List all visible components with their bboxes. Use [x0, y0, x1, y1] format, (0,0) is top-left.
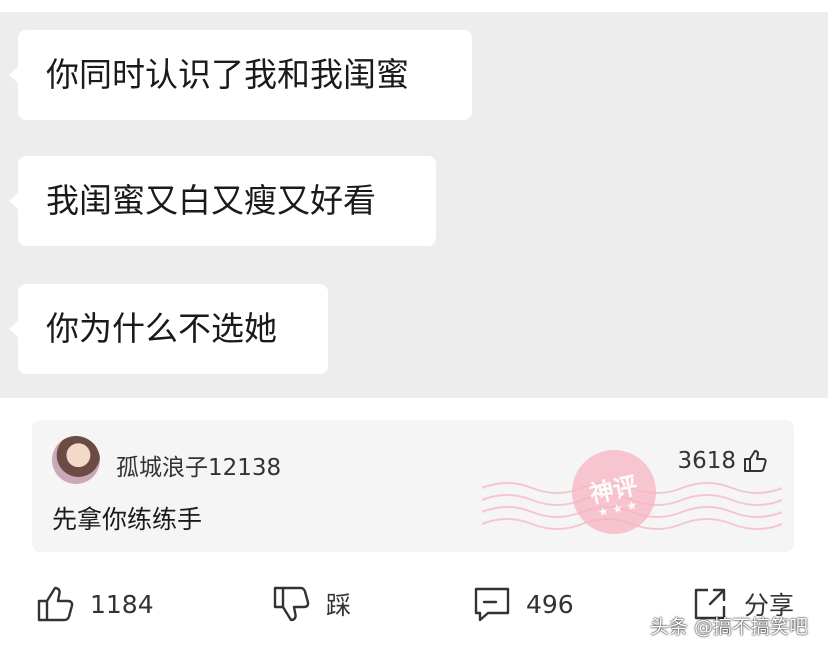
watermark: 头条 @搞不搞笑吧 [649, 616, 808, 638]
chat-bubble: 你为什么不选她 [9, 284, 328, 374]
top-comment-card: 神评 ★ ★ ★ 孤城浪子12138 3618 先拿你练练手 [32, 420, 794, 552]
thumbs-down-icon [273, 586, 310, 622]
comment-button[interactable]: 496 [472, 582, 574, 626]
dislike-label: 踩 [326, 591, 352, 620]
chat-area: 你同时认识了我和我闺蜜 我闺蜜又白又瘦又好看 你为什么不选她 [0, 12, 828, 398]
comment-username[interactable]: 孤城浪子12138 [116, 448, 281, 482]
comment-text: 先拿你练练手 [52, 505, 203, 534]
like-button[interactable]: 1184 [36, 582, 154, 626]
thumbs-up-icon[interactable] [742, 448, 768, 474]
comment-icon [474, 587, 510, 622]
chat-bubble: 你同时认识了我和我闺蜜 [9, 30, 472, 120]
chat-bubble: 我闺蜜又白又瘦又好看 [9, 156, 436, 246]
comment-like-count: 3618 [677, 448, 736, 474]
thumbs-up-icon [37, 586, 74, 622]
dislike-button[interactable]: 踩 [272, 582, 351, 626]
like-count: 1184 [90, 589, 154, 619]
avatar[interactable] [52, 436, 100, 484]
comment-count: 496 [526, 589, 574, 619]
